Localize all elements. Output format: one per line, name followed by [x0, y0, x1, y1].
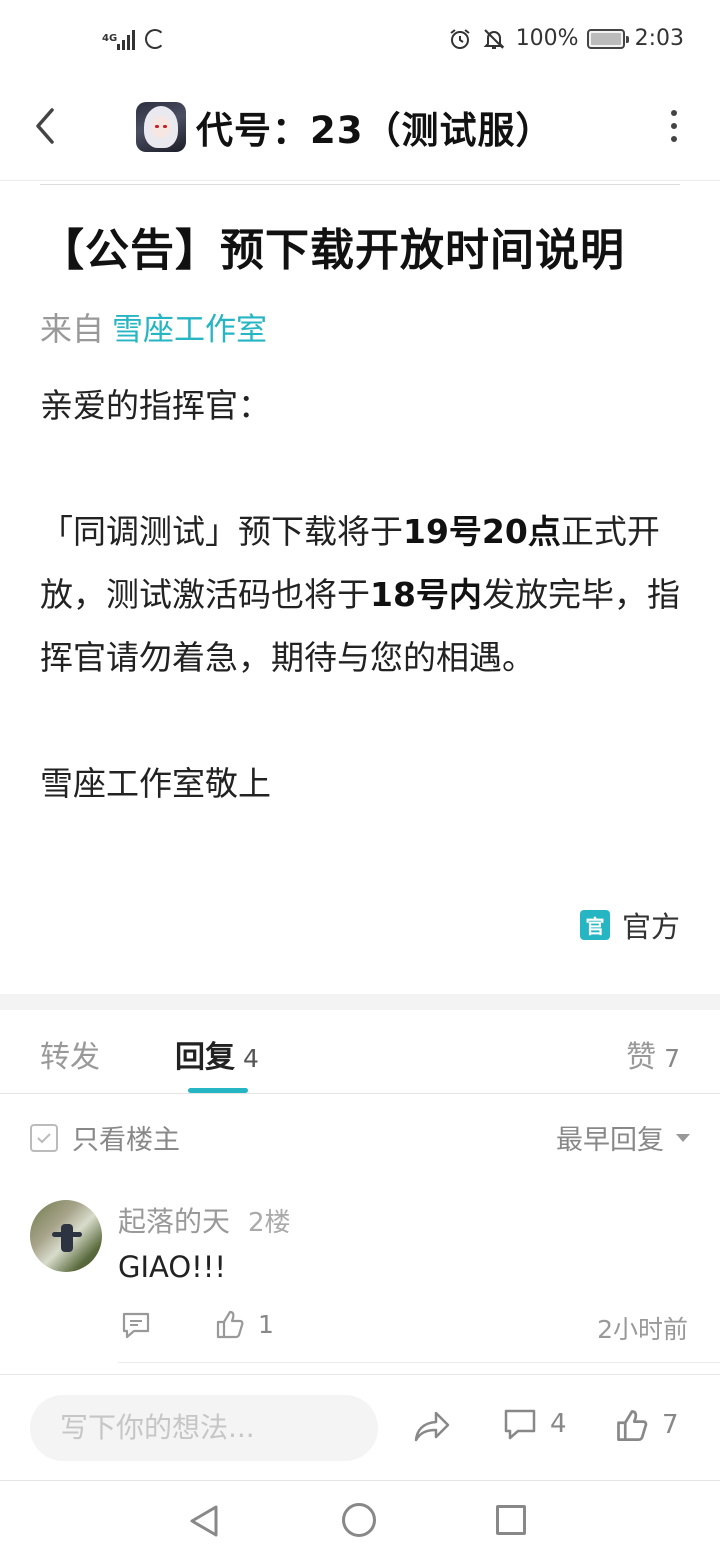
- announcement-paragraph: 「同调测试」预下载将于19号20点正式开放，测试激活码也将于18号内发放完毕，指…: [40, 500, 685, 689]
- comment-input[interactable]: 写下你的想法...: [30, 1395, 378, 1461]
- tab-reply[interactable]: 回复 4: [175, 1032, 259, 1076]
- thumbs-up-icon: [216, 1310, 244, 1339]
- tab-forward[interactable]: 转发: [40, 1032, 100, 1076]
- tab-like[interactable]: 赞7: [626, 1032, 680, 1076]
- nav-home-icon[interactable]: [342, 1503, 376, 1537]
- author-link[interactable]: 雪座工作室: [112, 312, 267, 348]
- share-icon: [414, 1411, 450, 1442]
- comment-divider: [118, 1362, 720, 1363]
- likes-count: 7: [662, 1410, 679, 1440]
- post-body: 亲爱的指挥官： 「同调测试」预下载将于19号20点正式开放，测试激活码也将于18…: [40, 374, 685, 815]
- mute-icon: [482, 27, 506, 51]
- comment-username[interactable]: 起落的天: [118, 1205, 230, 1238]
- from-label: 来自: [40, 310, 105, 348]
- board-title-group[interactable]: 代号：23（测试服）: [136, 100, 554, 154]
- tab-like-count: 7: [664, 1044, 680, 1073]
- greeting-text: 亲爱的指挥官：: [40, 386, 271, 425]
- reply-icon: [122, 1312, 150, 1339]
- tab-reply-label: 回复: [175, 1040, 235, 1075]
- top-navigation: 代号：23（测试服）: [0, 84, 720, 180]
- caret-down-icon: [676, 1133, 690, 1142]
- share-button[interactable]: [412, 1409, 452, 1449]
- battery-icon: [586, 28, 629, 49]
- comment-item: 起落的天 2楼 GIAO!!! 1 2小时前: [0, 1180, 720, 1370]
- official-tag: 官 官方: [579, 904, 680, 946]
- avatar[interactable]: [30, 1200, 102, 1272]
- network-type: 4G: [102, 33, 118, 44]
- signature-text: 雪座工作室敬上: [40, 764, 271, 803]
- thumbs-up-icon: [617, 1410, 648, 1441]
- official-badge-icon: 官: [579, 910, 610, 940]
- comment-like-button[interactable]: 1: [214, 1308, 274, 1340]
- system-navigation-bar: [0, 1480, 720, 1560]
- section-separator: [0, 994, 720, 1010]
- chevron-left-icon: [36, 108, 54, 144]
- comments-count: 4: [550, 1409, 567, 1439]
- sync-icon: [145, 29, 165, 49]
- official-label: 官方: [621, 910, 680, 944]
- nav-back-icon[interactable]: [186, 1503, 222, 1543]
- interaction-tabs: 转发 回复 4 赞7: [0, 1010, 720, 1094]
- para-text: 「同调测试」预下载将于: [40, 512, 403, 551]
- filter-row: 只看楼主 最早回复: [0, 1094, 720, 1174]
- comment-icon: [504, 1409, 536, 1440]
- comment-floor: 2楼: [248, 1208, 291, 1238]
- board-title: 代号：23（测试服）: [196, 109, 554, 152]
- header-divider: [0, 180, 720, 181]
- status-right: 100% 2:03: [448, 26, 684, 51]
- clock: 2:03: [634, 26, 684, 51]
- tab-like-label: 赞: [626, 1040, 657, 1075]
- app-screen: 4G 100% 2:03 代号：23（测试服） 【公告】预下载开放时间说明 来自…: [0, 0, 720, 1560]
- para-bold-date: 18号内: [370, 575, 482, 614]
- post-title: 【公告】预下载开放时间说明: [40, 225, 625, 276]
- active-tab-indicator: [188, 1088, 248, 1093]
- only-host-label: 只看楼主: [72, 1125, 180, 1156]
- more-options-button[interactable]: [668, 110, 680, 142]
- game-avatar-icon: [136, 102, 186, 152]
- status-bar: 4G 100% 2:03: [0, 0, 720, 84]
- nav-recent-icon[interactable]: [496, 1505, 526, 1535]
- like-button[interactable]: 7: [614, 1407, 679, 1443]
- tab-forward-label: 转发: [40, 1040, 100, 1075]
- comment-reply-button[interactable]: [120, 1310, 152, 1344]
- sort-dropdown[interactable]: 最早回复: [556, 1118, 690, 1157]
- comment-header: 起落的天 2楼: [118, 1200, 291, 1240]
- back-button[interactable]: [24, 102, 64, 150]
- comment-time: 2小时前: [597, 1315, 688, 1344]
- checkbox-icon[interactable]: [30, 1123, 58, 1152]
- alarm-icon: [448, 27, 472, 51]
- battery-percent: 100%: [515, 26, 579, 51]
- bottom-action-bar: 写下你的想法... 4 7: [0, 1374, 720, 1480]
- signal-icon: [117, 28, 135, 50]
- comments-button[interactable]: 4: [502, 1407, 567, 1441]
- comment-text: GIAO!!!: [118, 1250, 227, 1284]
- status-left: 4G: [102, 28, 165, 50]
- comment-like-count: 1: [258, 1309, 274, 1339]
- content-divider: [40, 184, 680, 185]
- comment-actions: 1 2小时前: [118, 1308, 688, 1344]
- only-host-toggle[interactable]: 只看楼主: [30, 1118, 180, 1157]
- tab-reply-count: 4: [243, 1044, 259, 1073]
- post-source: 来自 雪座工作室: [40, 304, 267, 350]
- para-bold-date: 19号20点: [403, 512, 561, 551]
- sort-label: 最早回复: [556, 1125, 664, 1156]
